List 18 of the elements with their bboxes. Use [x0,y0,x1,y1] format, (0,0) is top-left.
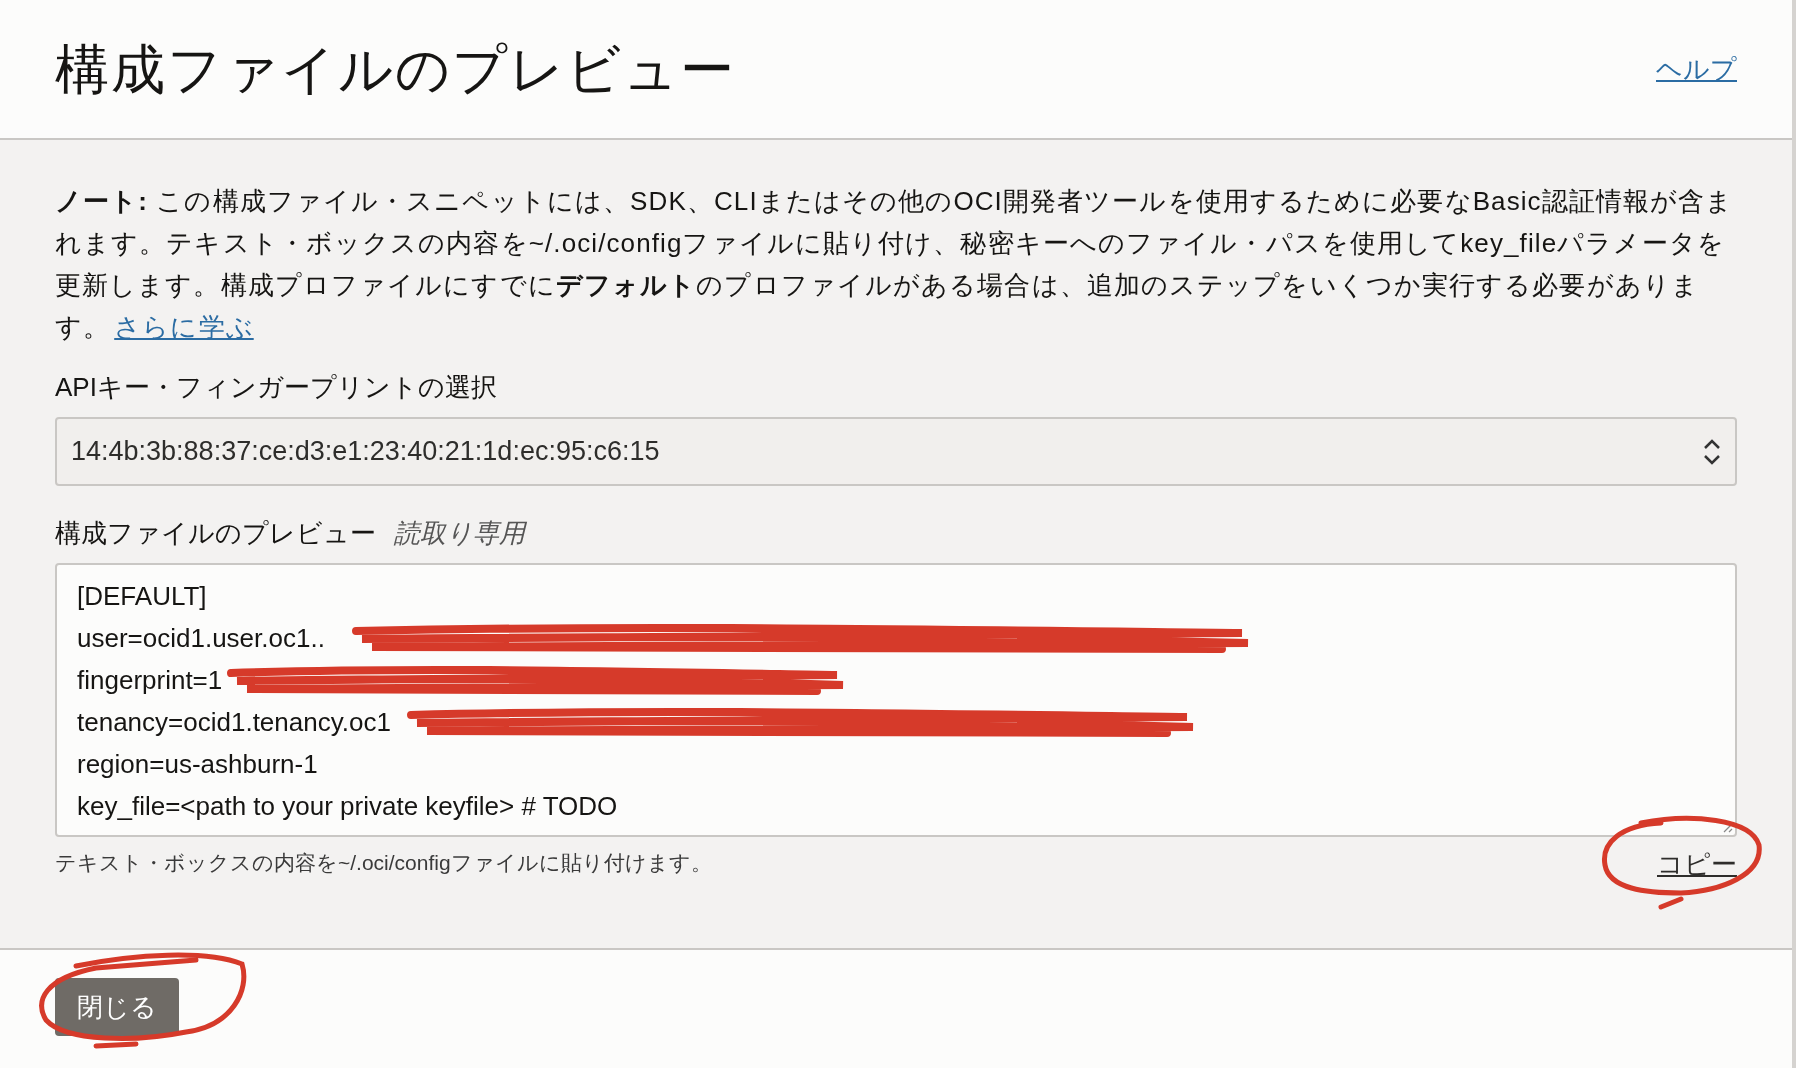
close-button[interactable]: 閉じる [55,978,179,1036]
field-label: 構成ファイルのプレビュー [55,517,376,550]
read-only-label: 読取り専用 [394,517,525,550]
copy-link[interactable]: コピー [1657,845,1737,884]
helper-text: テキスト・ボックスの内容を~/.oci/configファイルに貼り付けます。 [55,849,712,876]
dialog-title: 構成ファイルのプレビュー [55,37,736,101]
config-line: user=ocid1.user.oc1.. [77,621,325,655]
fingerprint-select[interactable]: 14:4b:3b:88:37:ce:d3:e1:23:40:21:1d:ec:95:c6:15 [55,417,1737,486]
config-line: fingerprint=1 [77,663,223,697]
field-label: APIキー・フィンガープリントの選択 [55,371,497,404]
config-line: key_file=<path to your private keyfile> # TODO [77,789,618,823]
config-line: [DEFAULT] [77,579,207,613]
help-link[interactable]: ヘルプ [1656,49,1737,89]
note-paragraph: ノート: この構成ファイル・スニペットには、SDK、CLIまたはその他のOCI開発者ツールを使用するために必要なBasic認証情報が含まれます。テキスト・ボックスの内容を~/.oci/configファイルに貼り付け、秘密キーへのファイル・パスを使用してkey_fileパラメータを更新します。構成プロファイルにすでにデフォルトのプロファイルがある場合は、追加のステップをいくつか実行する必要があります。さらに学ぶ [55,185,1735,344]
config-text-area[interactable]: [DEFAULT] user=ocid1.user.oc1.. fingerprint=1 tenancy=ocid1.tenancy.oc1 region=us-ashburn-1 key_file=<path to your private keyfile> # TODO [55,563,1737,837]
config-line: region=us-ashburn-1 [77,747,318,781]
config-line: tenancy=ocid1.tenancy.oc1 [77,705,391,739]
learn-more-link[interactable]: さらに学ぶ [114,312,254,342]
